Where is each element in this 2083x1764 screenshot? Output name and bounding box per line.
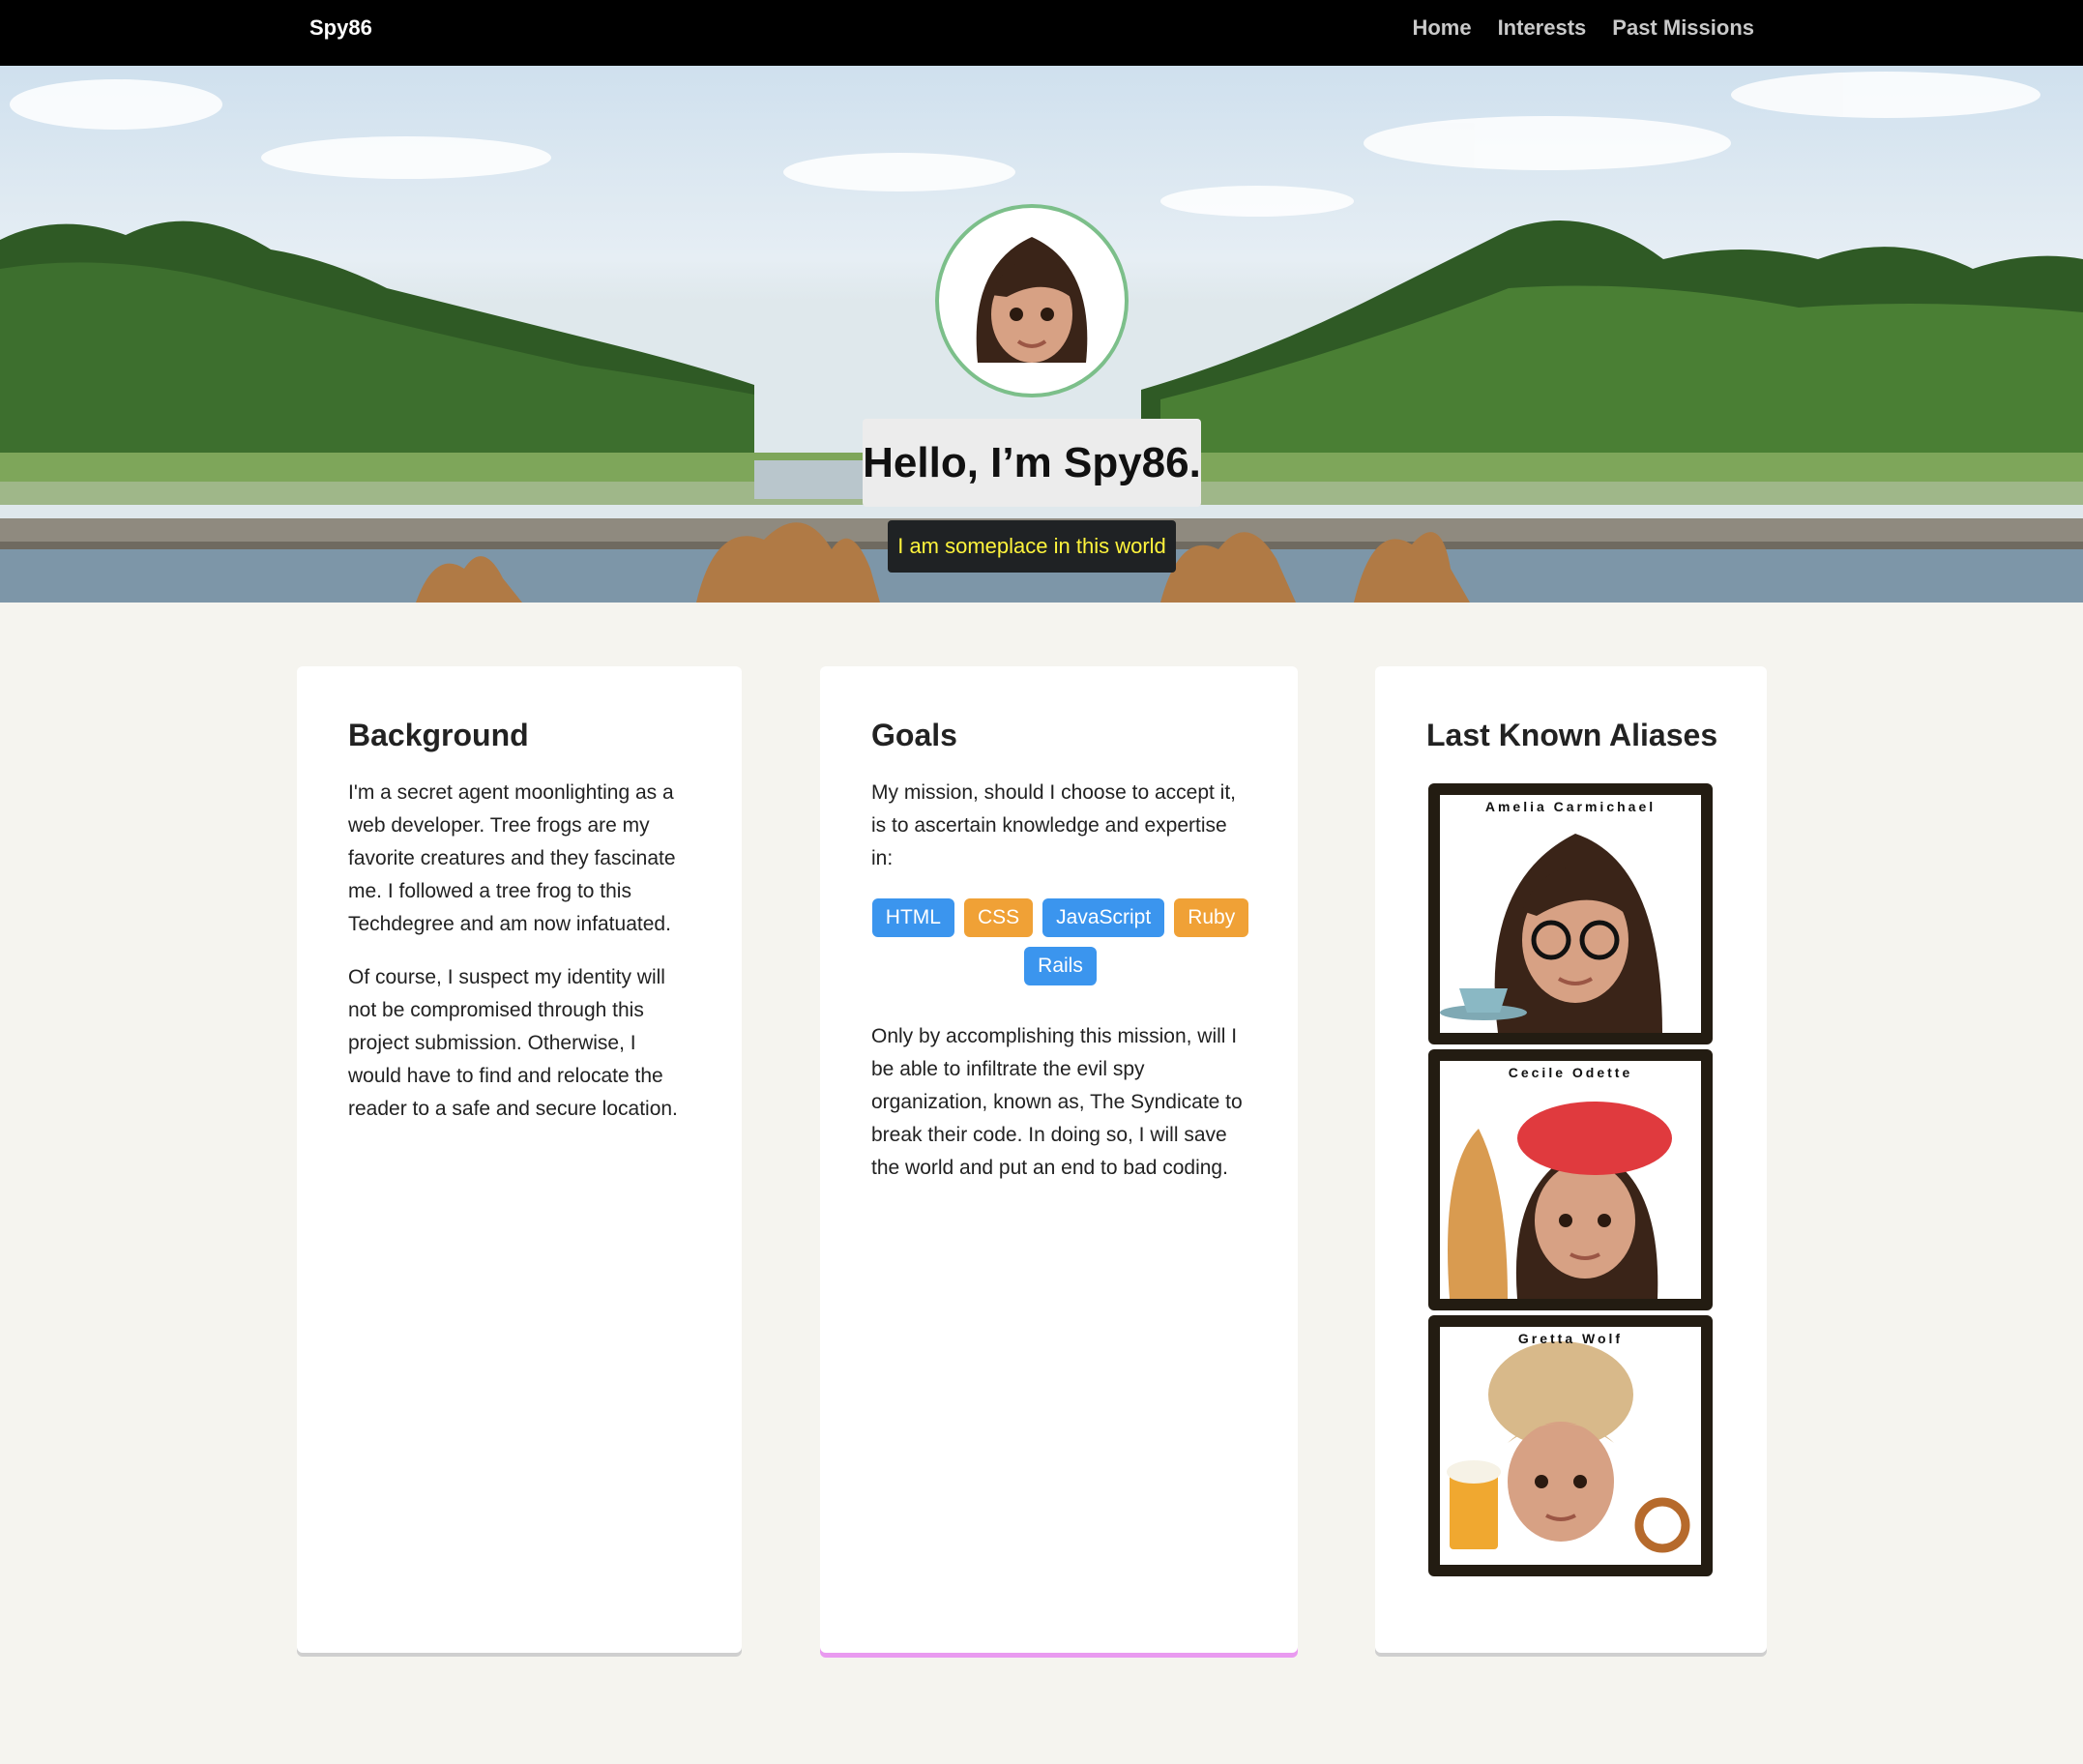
nav-link-home[interactable]: Home — [1412, 15, 1471, 41]
tag-ruby: Ruby — [1174, 898, 1249, 937]
top-nav: Spy86 Home Interests Past Missions — [0, 0, 2083, 66]
hero-subtitle: I am someplace in this world — [888, 520, 1176, 573]
nav-link-interests[interactable]: Interests — [1498, 15, 1587, 41]
goals-intro: My mission, should I choose to accept it… — [871, 781, 1237, 869]
tag-rails: Rails — [1024, 947, 1097, 985]
background-paragraph: I'm a secret agent moonlighting as a web… — [348, 781, 676, 935]
alias-name: Cecile Odette — [1508, 1065, 1633, 1080]
aliases-title: Last Known Aliases — [1426, 718, 1718, 752]
goals-title: Goals — [871, 718, 957, 752]
alias-name: Amelia Carmichael — [1484, 799, 1657, 814]
nav-link-past-missions[interactable]: Past Missions — [1612, 15, 1754, 41]
alias-memoji-beer-pretzel-icon — [1447, 1341, 1690, 1553]
tag-css: CSS — [963, 898, 1034, 937]
alias-memoji-glasses-icon — [1440, 834, 1662, 1033]
brand-logo[interactable]: Spy86 — [309, 15, 372, 41]
goals-card: Goals My mission, should I choose to acc… — [820, 666, 1298, 1653]
alias-card-amelia: Amelia Carmichael — [1428, 783, 1713, 1044]
nav-links: Home Interests Past Missions — [1412, 15, 1754, 41]
hero-title: Hello, I’m Spy86. — [863, 419, 1201, 507]
aliases-card: Last Known Aliases Amelia Carmichael Cec… — [1375, 666, 1767, 1653]
background-title: Background — [348, 718, 529, 752]
tag-javascript: JavaScript — [1042, 898, 1165, 937]
profile-avatar — [935, 204, 1129, 397]
avatar-memoji-icon — [976, 237, 1088, 363]
alias-memoji-beret-icon — [1448, 1102, 1672, 1299]
goals-outro: Only by accomplishing this mission, will… — [871, 1025, 1243, 1179]
background-paragraph: Of course, I suspect my identity will no… — [348, 966, 678, 1120]
skill-tags: HTML CSS JavaScript Ruby Rails — [871, 898, 1249, 985]
tag-html: HTML — [871, 898, 954, 937]
alias-card-cecile: Cecile Odette — [1428, 1049, 1713, 1310]
background-card: Background I'm a secret agent moonlighti… — [297, 666, 742, 1653]
alias-name: Gretta Wolf — [1517, 1331, 1624, 1346]
hero-banner: Hello, I’m Spy86. I am someplace in this… — [0, 66, 2083, 603]
alias-card-gretta: Gretta Wolf — [1428, 1315, 1713, 1576]
